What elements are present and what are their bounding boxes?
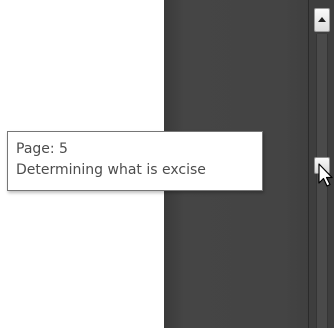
tooltip-page-label: Page: 5 <box>16 141 68 157</box>
triangle-up-icon <box>318 17 326 22</box>
arrow-pointer-icon <box>318 163 333 187</box>
tooltip-heading: Determining what is excise <box>16 162 206 178</box>
scroll-position-tooltip: Page: 5 Determining what is excise <box>7 131 263 191</box>
scroll-up-button[interactable] <box>314 8 330 32</box>
